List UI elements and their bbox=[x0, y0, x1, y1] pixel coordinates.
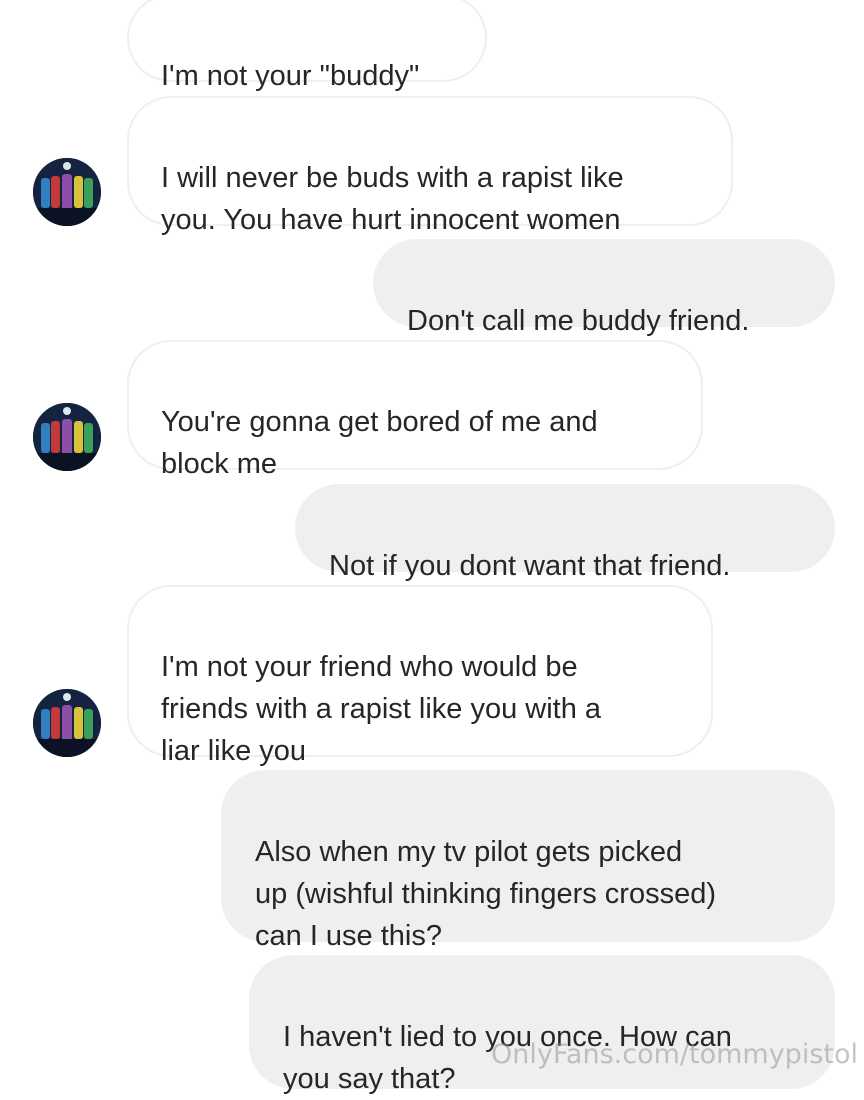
message-bubble-incoming: I will never be buds with a rapist like … bbox=[127, 96, 733, 236]
message-bubble-outgoing: Also when my tv pilot gets picked up (wi… bbox=[221, 770, 835, 952]
message-bubble-outgoing: Don't call me buddy friend. bbox=[373, 239, 835, 337]
contact-avatar[interactable] bbox=[33, 158, 101, 226]
group-photo-avatar-icon bbox=[33, 689, 101, 757]
message-text: I'm not your "buddy" bbox=[161, 60, 420, 92]
message-text: Also when my tv pilot gets picked up (wi… bbox=[255, 836, 716, 952]
contact-avatar[interactable] bbox=[33, 403, 101, 471]
message-bubble-incoming: I'm not your friend who would be friends… bbox=[127, 585, 713, 767]
message-bubble-outgoing: Not if you dont want that friend. bbox=[295, 484, 835, 582]
message-text: Not if you dont want that friend. bbox=[329, 550, 731, 582]
message-bubble-incoming: You're gonna get bored of me and block m… bbox=[127, 340, 703, 480]
message-text: I will never be buds with a rapist like … bbox=[161, 162, 624, 236]
message-text: I'm not your friend who would be friends… bbox=[161, 651, 602, 767]
watermark-text: OnlyFans.com/tommypistol bbox=[491, 1039, 858, 1070]
message-text: You're gonna get bored of me and block m… bbox=[161, 406, 598, 480]
message-bubble-incoming: I'm not your "buddy" bbox=[127, 0, 487, 92]
group-photo-avatar-icon bbox=[33, 403, 101, 471]
message-text: Don't call me buddy friend. bbox=[407, 305, 750, 337]
group-photo-avatar-icon bbox=[33, 158, 101, 226]
contact-avatar[interactable] bbox=[33, 689, 101, 757]
